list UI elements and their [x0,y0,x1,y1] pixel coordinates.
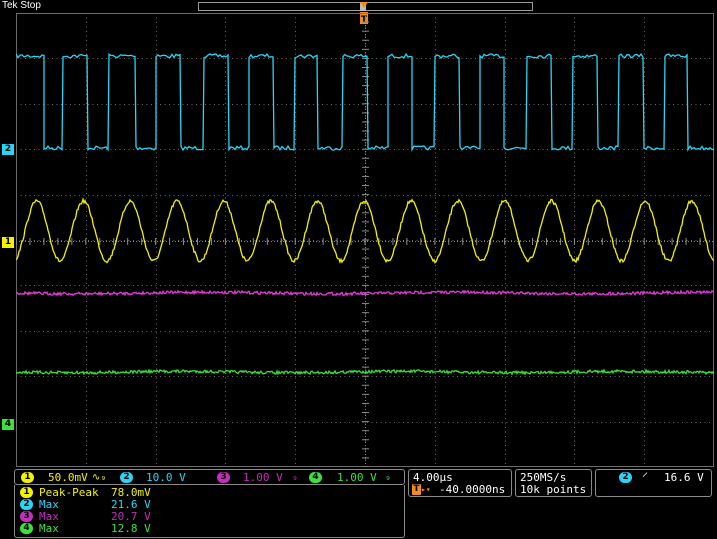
ch1-ground-marker[interactable]: 1 [2,237,14,248]
measurement-readout-box[interactable]: 1 Peak-Peak 78.0mV 2 Max 21.6 V 3 Max 20… [14,485,405,538]
graticule-grid [16,13,714,467]
ch3-waveform [16,289,714,297]
waveform-graticule[interactable] [16,13,714,467]
ch4-badge: 4 [309,472,322,483]
horizontal-delay: -40.0000ns [439,483,506,496]
ch3-scale: 1.00 V [243,471,283,484]
timebase-readout-box[interactable]: 4.00µs T ▸▾ -40.0000ns [408,469,512,497]
trigger-source-badge: 2 [619,472,632,483]
ch2-waveform [16,52,714,153]
measurement-ch1-badge: 1 [20,487,33,498]
ch1-badge: 1 [21,472,34,483]
ch2-ground-marker[interactable]: 2 [2,144,14,155]
trigger-readout-box[interactable]: 2 ⸍ 16.6 V [595,469,712,497]
rising-edge-icon: ⸍ [642,470,649,484]
ch2-badge: 2 [120,472,133,483]
channel-readout-box[interactable]: 1 50.0mV ∿₉ 2 10.0 V 3 1.00 V ₉ 4 1.00 V… [14,469,405,485]
measurement-ch4-badge: 4 [20,523,33,534]
acquisition-status: Tek Stop [2,0,41,11]
ch3-badge: 3 [217,472,230,483]
oscilloscope-display: Tek Stop T 2 1 4 1 50.0mV ∿₉ 2 10.0 V 3 … [0,0,717,539]
bandwidth-limit-icon: ₉ [385,472,392,483]
measurement-ch4-label: Max [39,522,59,535]
acquisition-readout-box[interactable]: 250MS/s 10k points [515,469,592,497]
bottom-status-panel: 1 50.0mV ∿₉ 2 10.0 V 3 1.00 V ₉ 4 1.00 V… [0,468,717,539]
measurement-ch4-value: 12.8 V [111,522,151,535]
ch4-scale: 1.00 V [337,471,377,484]
ch2-scale: 10.0 V [146,471,186,484]
bandwidth-limit-icon: ∿₉ [92,472,107,483]
ch1-scale: 50.0mV [48,471,88,484]
ch4-ground-marker[interactable]: 4 [2,419,14,430]
measurement-ch3-badge: 3 [20,511,33,522]
trigger-level: 16.6 V [664,471,704,484]
trigger-delay-icon: T [412,484,421,495]
measurement-ch2-badge: 2 [20,499,33,510]
bandwidth-limit-icon: ₉ [292,472,299,483]
top-status-bar: Tek Stop [0,0,717,14]
delay-arrow-icon: ▸▾ [421,485,431,494]
record-length: 10k points [520,483,587,496]
